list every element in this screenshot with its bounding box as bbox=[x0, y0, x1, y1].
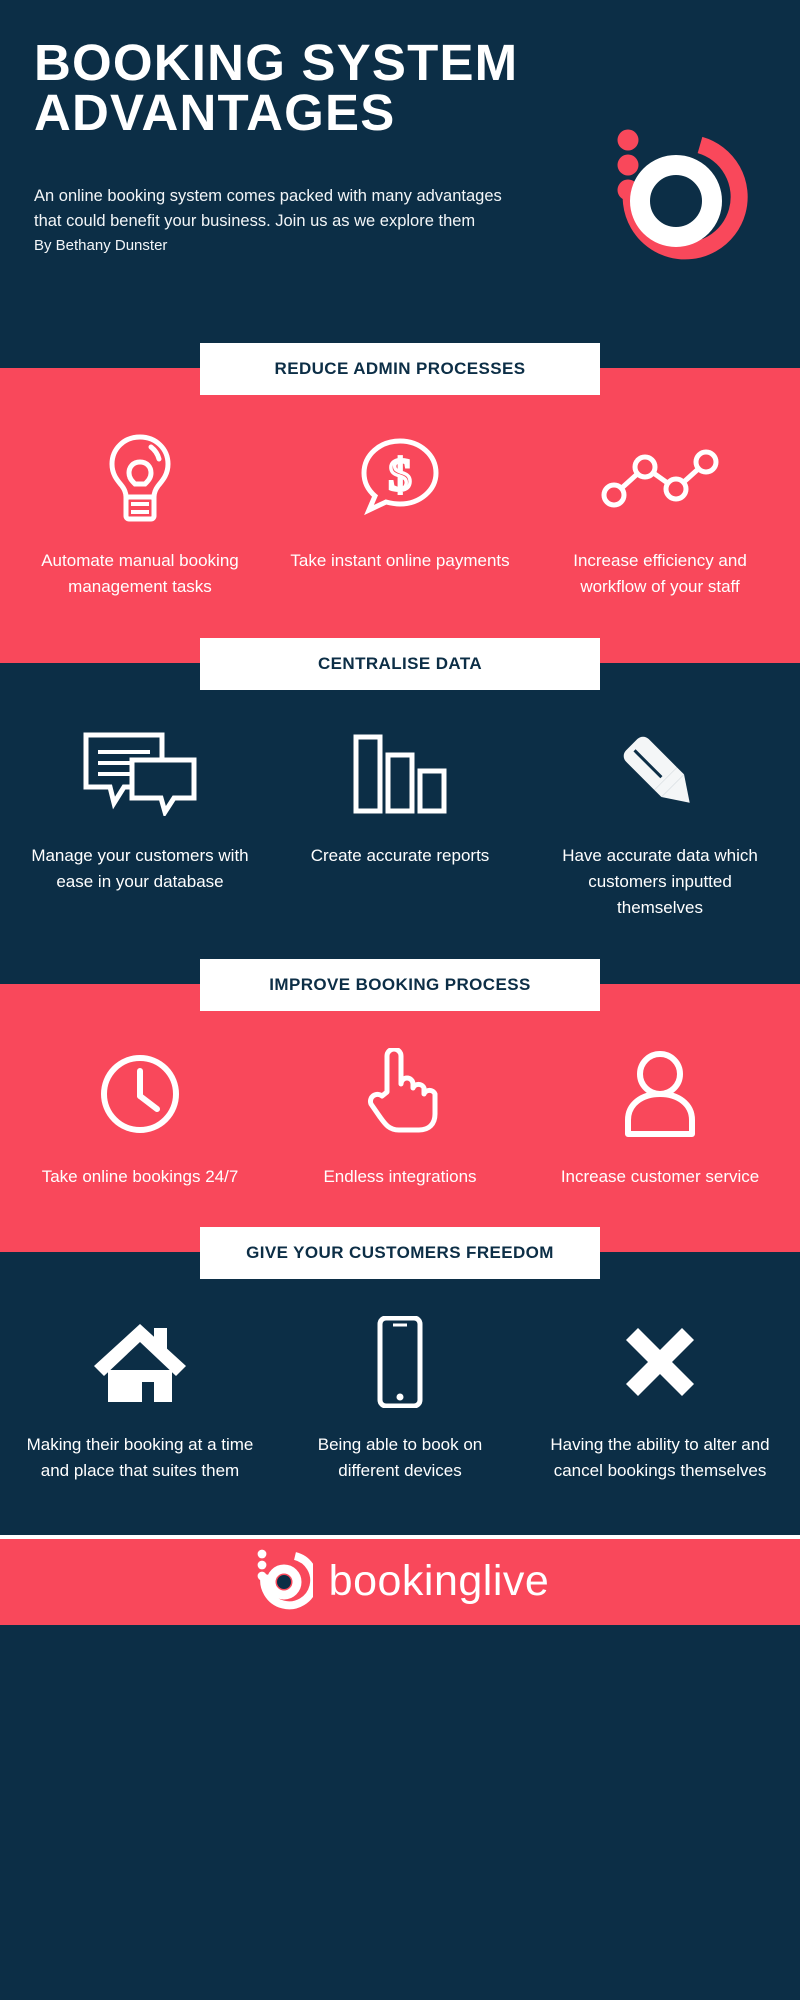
section-4: Making their booking at a time and place… bbox=[0, 1280, 800, 1519]
section-2-grid: Manage your customers with ease in your … bbox=[10, 725, 790, 922]
section-banner-1: REDUCE ADMIN PROCESSES bbox=[200, 343, 600, 395]
section-banner-4: GIVE YOUR CUSTOMERS FREEDOM bbox=[200, 1227, 600, 1280]
section-banner-label-4: GIVE YOUR CUSTOMERS FREEDOM bbox=[246, 1243, 554, 1263]
section-3: Take online bookings 24/7 Endless integr… bbox=[0, 1011, 800, 1225]
footer: bookinglive bbox=[0, 1538, 800, 1625]
card-manage-customers: Manage your customers with ease in your … bbox=[10, 725, 270, 896]
section-banner-2: CENTRALISE DATA bbox=[200, 637, 600, 690]
page-title-line-2: ADVANTAGES bbox=[34, 83, 396, 141]
intro-paragraph: An online booking system comes packed wi… bbox=[34, 186, 502, 230]
bookinglive-logo-mark-icon bbox=[588, 128, 748, 278]
line-chart-icon bbox=[600, 430, 720, 526]
card-label: Automate manual booking management tasks bbox=[41, 551, 239, 597]
svg-text:$: $ bbox=[389, 449, 412, 500]
page-title-line-1: BOOKING SYSTEM bbox=[34, 34, 519, 91]
section-4-grid: Making their booking at a time and place… bbox=[10, 1314, 790, 1485]
card-label: Increase customer service bbox=[560, 1166, 760, 1186]
section-banner-label-3: IMPROVE BOOKING PROCESS bbox=[269, 974, 531, 994]
header: BOOKING SYSTEM ADVANTAGES An online book… bbox=[0, 0, 800, 340]
card-label: Making their booking at a time and place… bbox=[26, 1435, 254, 1481]
card-label: Take online bookings 24/7 bbox=[41, 1166, 239, 1186]
card-label: Create accurate reports bbox=[310, 845, 490, 865]
pen-icon bbox=[614, 725, 706, 821]
page-title: BOOKING SYSTEM ADVANTAGES bbox=[34, 37, 594, 141]
card-increase-efficiency: Increase efficiency and workflow of your… bbox=[530, 430, 790, 601]
section-2: Manage your customers with ease in your … bbox=[0, 690, 800, 956]
card-label: Increase efficiency and workflow of your… bbox=[573, 551, 747, 597]
section-banner-label-2: CENTRALISE DATA bbox=[317, 653, 483, 673]
section-3-grid: Take online bookings 24/7 Endless integr… bbox=[10, 1046, 790, 1190]
person-icon bbox=[620, 1046, 700, 1142]
section-1-grid: Automate manual booking management tasks… bbox=[10, 430, 790, 601]
card-label: Endless integrations bbox=[323, 1166, 477, 1186]
infographic-page: BOOKING SYSTEM ADVANTAGES An online book… bbox=[0, 0, 800, 2000]
card-label: Have accurate data which customers input… bbox=[562, 845, 758, 918]
card-alter-cancel: Having the ability to alter and cancel b… bbox=[530, 1314, 790, 1485]
banner-wrap-3: IMPROVE BOOKING PROCESS bbox=[0, 955, 800, 1012]
banner-wrap-2: CENTRALISE DATA bbox=[0, 634, 800, 691]
card-accurate-data: Have accurate data which customers input… bbox=[530, 725, 790, 922]
card-different-devices: Being able to book on different devices bbox=[270, 1314, 530, 1485]
cross-icon bbox=[620, 1314, 700, 1410]
lightbulb-icon bbox=[103, 430, 177, 526]
card-instant-payments: $ Take instant online payments bbox=[270, 430, 530, 574]
card-label: Take instant online payments bbox=[290, 551, 510, 570]
card-bookings-247: Take online bookings 24/7 bbox=[10, 1046, 270, 1190]
banner-wrap-4: GIVE YOUR CUSTOMERS FREEDOM bbox=[0, 1224, 800, 1281]
card-label: Having the ability to alter and cancel b… bbox=[550, 1435, 770, 1481]
banner-wrap-1: REDUCE ADMIN PROCESSES bbox=[0, 340, 800, 396]
card-label: Manage your customers with ease in your … bbox=[31, 845, 249, 892]
section-banner-3: IMPROVE BOOKING PROCESS bbox=[200, 958, 600, 1011]
section-banner-label-1: REDUCE ADMIN PROCESSES bbox=[274, 359, 526, 378]
footer-bookinglive-logo-mark-icon bbox=[251, 1548, 318, 1615]
pointing-hand-icon bbox=[361, 1046, 439, 1142]
card-endless-integrations: Endless integrations bbox=[270, 1046, 530, 1190]
card-accurate-reports: Create accurate reports bbox=[270, 725, 530, 869]
dollar-speech-bubble-icon: $ bbox=[357, 430, 443, 526]
footer-gap bbox=[0, 1518, 800, 1535]
bar-chart-icon bbox=[350, 725, 450, 821]
card-customer-service: Increase customer service bbox=[530, 1046, 790, 1190]
house-icon bbox=[92, 1314, 188, 1410]
chat-bubbles-icon bbox=[80, 725, 200, 821]
clock-icon bbox=[97, 1046, 183, 1142]
card-label: Being able to book on different devices bbox=[317, 1435, 483, 1481]
smartphone-icon bbox=[376, 1314, 424, 1410]
card-automate-manual: Automate manual booking management tasks bbox=[10, 430, 270, 601]
card-time-and-place: Making their booking at a time and place… bbox=[10, 1314, 270, 1485]
section-1: Automate manual booking management tasks… bbox=[0, 396, 800, 635]
footer-wordmark: bookinglive bbox=[328, 1557, 550, 1606]
